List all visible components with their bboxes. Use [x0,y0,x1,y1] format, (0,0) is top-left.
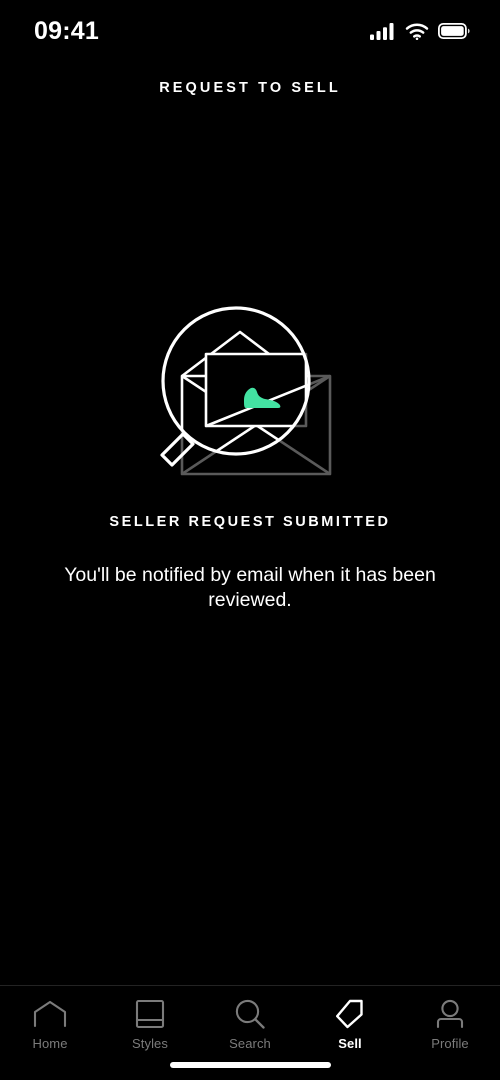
status-bar-time: 09:41 [34,16,99,45]
page-header: REQUEST TO SELL [0,60,500,106]
magnifier-envelope-sneaker-illustration [140,304,360,494]
tab-sell-label: Sell [338,1036,362,1051]
status-bar-icons [370,22,470,40]
confirmation-title: SELLER REQUEST SUBMITTED [109,514,391,530]
tab-home[interactable]: Home [0,999,100,1051]
tab-profile[interactable]: Profile [400,999,500,1051]
battery-icon [438,23,470,39]
cellular-signal-icon [370,22,394,40]
tab-profile-label: Profile [431,1036,469,1051]
app-screen: 09:41 REQUEST TO SELL SELLER REQUEST SUB… [0,0,500,1080]
tab-styles[interactable]: Styles [100,999,200,1051]
home-indicator[interactable] [169,1062,331,1068]
wifi-icon [405,23,429,40]
home-icon [33,999,67,1029]
confirmation-body: You'll be notified by email when it has … [64,564,436,611]
page-title: REQUEST TO SELL [159,80,341,96]
status-bar: 09:41 [0,0,500,60]
tag-icon [334,999,366,1029]
tab-search[interactable]: Search [200,999,300,1051]
styles-icon [135,999,165,1029]
confirmation-message: SELLER REQUEST SUBMITTED You'll be notif… [0,514,500,613]
tab-sell[interactable]: Sell [300,999,400,1051]
home-indicator-area [0,1050,500,1080]
profile-icon [434,999,466,1029]
main-content: SELLER REQUEST SUBMITTED You'll be notif… [0,106,500,985]
search-icon [234,999,266,1029]
tab-styles-label: Styles [131,1036,168,1051]
tab-home-label: Home [32,1036,68,1051]
tab-search-label: Search [229,1036,271,1051]
